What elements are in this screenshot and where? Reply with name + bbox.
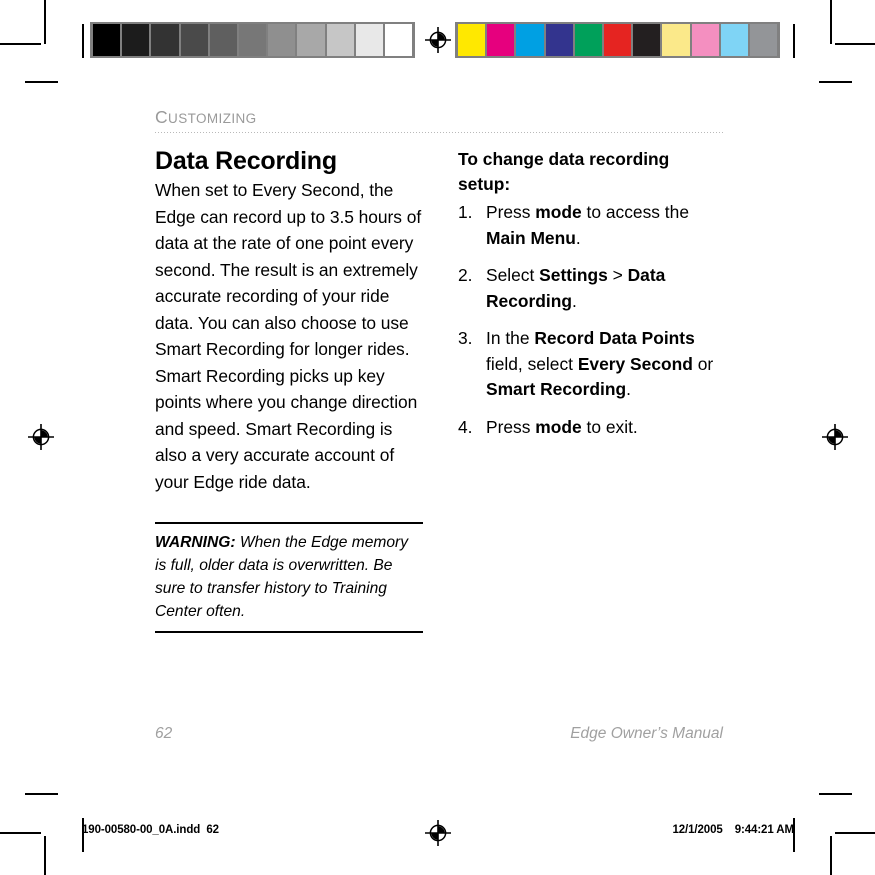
printer-slug-line: 190-00580-00_0A.indd 62 12/1/2005 9:44:2… xyxy=(82,824,794,836)
running-head-rule xyxy=(155,132,723,134)
running-head: CUSTOMIZING xyxy=(155,107,723,132)
color-patch-7 xyxy=(662,24,690,56)
running-head-initial: C xyxy=(155,107,169,127)
gray-patch-10 xyxy=(384,24,413,56)
step-text: In the Record Data Points field, select … xyxy=(486,326,723,403)
crop-mark-bottom-left-horizontal xyxy=(0,832,41,834)
body-paragraph: When set to Every Second, the Edge can r… xyxy=(155,180,422,492)
crop-mark-top-left-vertical xyxy=(44,0,46,44)
slug-left: 190-00580-00_0A.indd 62 xyxy=(82,824,219,836)
right-column: To change data recording setup: 1. Press … xyxy=(458,147,723,440)
gray-patch-7 xyxy=(297,24,325,56)
step-emphasis: Record Data Points xyxy=(534,328,695,349)
manual-title: Edge Owner’s Manual xyxy=(570,725,723,742)
step-emphasis: Settings xyxy=(539,265,608,286)
step-plain: . xyxy=(572,290,577,311)
gray-patch-2 xyxy=(151,24,179,56)
registration-target-icon-left xyxy=(28,424,54,450)
step-text: Press mode to exit. xyxy=(486,415,723,441)
crop-mark-top-left-inner-vertical xyxy=(82,24,84,58)
step-emphasis: Smart Recording xyxy=(486,379,627,400)
step-plain: . xyxy=(575,227,581,248)
crop-mark-top-left-horizontal xyxy=(0,43,41,45)
grayscale-step-wedge xyxy=(90,22,415,58)
step-number: 1. xyxy=(458,202,473,223)
warning-note: WARNING: When the Edge memory is full, o… xyxy=(155,522,423,634)
step-plain: or xyxy=(692,353,714,374)
step-plain: to exit. xyxy=(581,416,638,437)
gray-patch-0 xyxy=(93,24,121,56)
color-patch-6 xyxy=(633,24,661,56)
slug-page-number: 62 xyxy=(206,824,219,836)
gray-patch-4 xyxy=(209,24,237,56)
crop-mark-top-right-horizontal xyxy=(835,43,875,45)
step-plain: > xyxy=(607,265,628,286)
crop-mark-bottom-left-inner-horizontal xyxy=(25,793,58,795)
step-emphasis: mode xyxy=(535,202,582,223)
step-text: Press mode to access the Main Menu. xyxy=(486,200,723,251)
procedure-step: 4. Press mode to exit. xyxy=(458,415,723,441)
slug-right: 12/1/2005 9:44:21 AM xyxy=(672,824,794,836)
procedure-step: 2. Select Settings > Data Recording. xyxy=(458,263,723,314)
step-plain: field, select xyxy=(486,353,578,374)
step-number: 2. xyxy=(458,265,473,286)
two-column-layout: Data Recording When set to Every Second,… xyxy=(155,147,723,634)
color-control-patches xyxy=(455,22,780,58)
crop-mark-bottom-right-horizontal xyxy=(835,832,875,834)
warning-label: WARNING: xyxy=(155,534,236,552)
procedure-step: 3. In the Record Data Points field, selec… xyxy=(458,326,723,403)
color-patch-4 xyxy=(574,24,602,56)
crop-mark-bottom-right-vertical xyxy=(830,836,832,875)
color-patch-2 xyxy=(516,24,544,56)
color-patch-10 xyxy=(749,24,778,56)
color-patch-0 xyxy=(458,24,486,56)
procedure-title: To change data recording setup: xyxy=(458,149,670,195)
gray-patch-1 xyxy=(122,24,150,56)
gray-patch-5 xyxy=(238,24,267,56)
crop-mark-top-right-inner-horizontal xyxy=(819,81,852,83)
registration-target-icon-right xyxy=(822,424,848,450)
color-patch-8 xyxy=(691,24,719,56)
step-emphasis: mode xyxy=(535,416,582,437)
running-head-rest: USTOMIZING xyxy=(168,111,257,126)
slug-file-name: 190-00580-00_0A.indd xyxy=(82,824,201,836)
step-emphasis: Every Second xyxy=(577,353,693,374)
color-patch-5 xyxy=(603,24,632,56)
registration-target-icon-top xyxy=(425,27,451,53)
step-plain: to access the xyxy=(581,202,689,223)
gray-patch-9 xyxy=(355,24,383,56)
step-text: Select Settings > Data Recording. xyxy=(486,263,723,314)
slug-time: 9:44:21 AM xyxy=(734,824,794,836)
procedure-step-list: 1. Press mode to access the Main Menu. 2. S… xyxy=(458,200,723,440)
step-number: 3. xyxy=(458,328,473,349)
crop-mark-bottom-left-vertical xyxy=(44,836,46,875)
page-number: 62 xyxy=(155,725,173,742)
step-emphasis: Main Menu xyxy=(486,227,576,248)
color-patch-9 xyxy=(720,24,748,56)
color-patch-3 xyxy=(545,24,573,56)
page-content: CUSTOMIZING Data Recording When set to E… xyxy=(155,107,723,634)
step-plain: Press xyxy=(486,202,536,223)
slug-date: 12/1/2005 xyxy=(672,824,723,836)
crop-mark-top-left-inner-horizontal xyxy=(25,81,58,83)
crop-mark-top-right-vertical xyxy=(830,0,832,44)
gray-patch-3 xyxy=(180,24,208,56)
left-column: Data Recording When set to Every Second,… xyxy=(155,147,423,634)
step-plain: Select xyxy=(486,265,540,286)
step-plain: In the xyxy=(486,328,535,349)
warning-note-text: WARNING: When the Edge memory is full, o… xyxy=(155,531,423,623)
procedure-step: 1. Press mode to access the Main Menu. xyxy=(458,200,723,251)
gray-patch-6 xyxy=(268,24,296,56)
crop-mark-bottom-right-inner-horizontal xyxy=(819,793,852,795)
color-patch-1 xyxy=(487,24,515,56)
step-plain: Press xyxy=(486,416,536,437)
step-plain: . xyxy=(626,379,631,400)
step-number: 4. xyxy=(458,416,473,437)
crop-mark-top-right-inner-vertical xyxy=(793,24,795,58)
page-footer: 62 Edge Owner’s Manual xyxy=(155,725,723,743)
gray-patch-8 xyxy=(326,24,354,56)
page-title: Data Recording xyxy=(155,147,337,176)
